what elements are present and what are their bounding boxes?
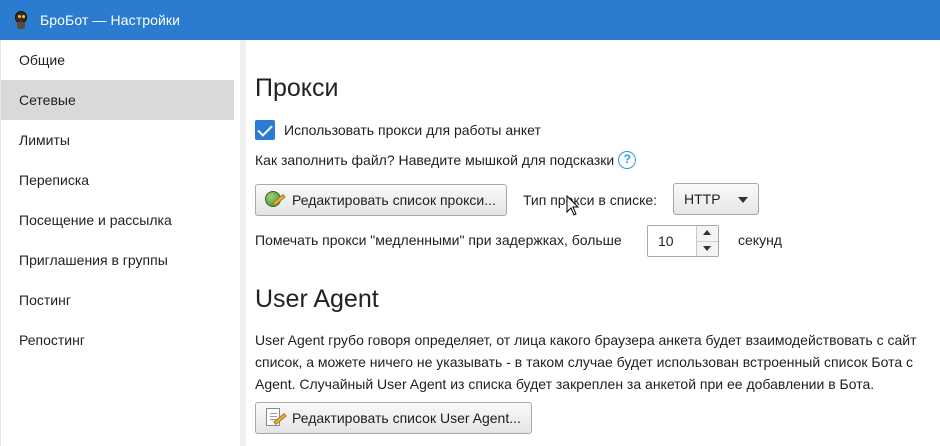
proxy-type-select[interactable]: HTTP	[673, 183, 759, 215]
use-proxy-row: Использовать прокси для работы анкет	[255, 120, 541, 140]
stepper-up-icon[interactable]	[697, 226, 718, 242]
user-agent-description: User Agent грубо говоря определяет, от л…	[255, 329, 940, 395]
stepper-buttons	[696, 226, 718, 256]
edit-user-agent-list-label: Редактировать список User Agent...	[292, 410, 521, 426]
sidebar-item-general[interactable]: Общие	[1, 40, 234, 80]
settings-sidebar: Общие Сетевые Лимиты Переписка Посещение…	[0, 40, 240, 446]
use-proxy-label[interactable]: Использовать прокси для работы анкет	[284, 122, 541, 138]
proxy-hint-text: Как заполнить файл? Наведите мышкой для …	[255, 152, 615, 168]
sidebar-item-limits[interactable]: Лимиты	[1, 120, 234, 160]
edit-user-agent-list-button[interactable]: Редактировать список User Agent...	[255, 402, 532, 434]
sidebar-item-posting[interactable]: Постинг	[1, 280, 234, 320]
user-agent-description-line: Agent. Случайный User Agent из списка бу…	[255, 376, 875, 392]
edit-proxy-list-label: Редактировать список прокси...	[292, 192, 496, 208]
user-agent-description-line: список, а можете ничего не указывать - в…	[255, 354, 913, 370]
globe-edit-icon	[264, 190, 286, 210]
slow-threshold-stepper[interactable]: 10	[647, 225, 719, 257]
chevron-down-icon	[738, 197, 748, 203]
edit-proxy-list-button[interactable]: Редактировать список прокси...	[255, 184, 507, 216]
sidebar-item-network[interactable]: Сетевые	[1, 80, 234, 120]
proxy-hint-row: Как заполнить файл? Наведите мышкой для …	[255, 151, 637, 169]
window-title: БроБот — Настройки	[40, 12, 181, 28]
proxy-type-label: Тип прокси в списке:	[523, 192, 658, 208]
title-bar: БроБот — Настройки	[0, 0, 940, 40]
app-robot-icon	[14, 11, 28, 29]
mouse-cursor-icon	[566, 195, 580, 217]
sidebar-item-messaging[interactable]: Переписка	[1, 160, 234, 200]
user-agent-description-line: User Agent грубо говоря определяет, от л…	[255, 332, 917, 348]
user-agent-section-title: User Agent	[255, 285, 379, 313]
proxy-section-title: Прокси	[255, 74, 339, 102]
use-proxy-checkbox[interactable]	[255, 120, 275, 140]
settings-content: Прокси Использовать прокси для работы ан…	[246, 40, 940, 446]
help-icon[interactable]: ?	[618, 151, 637, 169]
sidebar-item-visits-mailing[interactable]: Посещение и рассылка	[1, 200, 234, 240]
slow-threshold-value[interactable]: 10	[648, 233, 696, 249]
slow-threshold-unit: секунд	[738, 232, 782, 248]
document-edit-icon	[264, 408, 287, 428]
sidebar-item-group-invites[interactable]: Приглашения в группы	[1, 240, 234, 280]
slow-proxy-label: Помечать прокси "медленными" при задержк…	[255, 232, 622, 248]
proxy-type-value: HTTP	[684, 191, 721, 207]
stepper-down-icon[interactable]	[697, 241, 718, 256]
sidebar-item-reposting[interactable]: Репостинг	[1, 320, 234, 360]
